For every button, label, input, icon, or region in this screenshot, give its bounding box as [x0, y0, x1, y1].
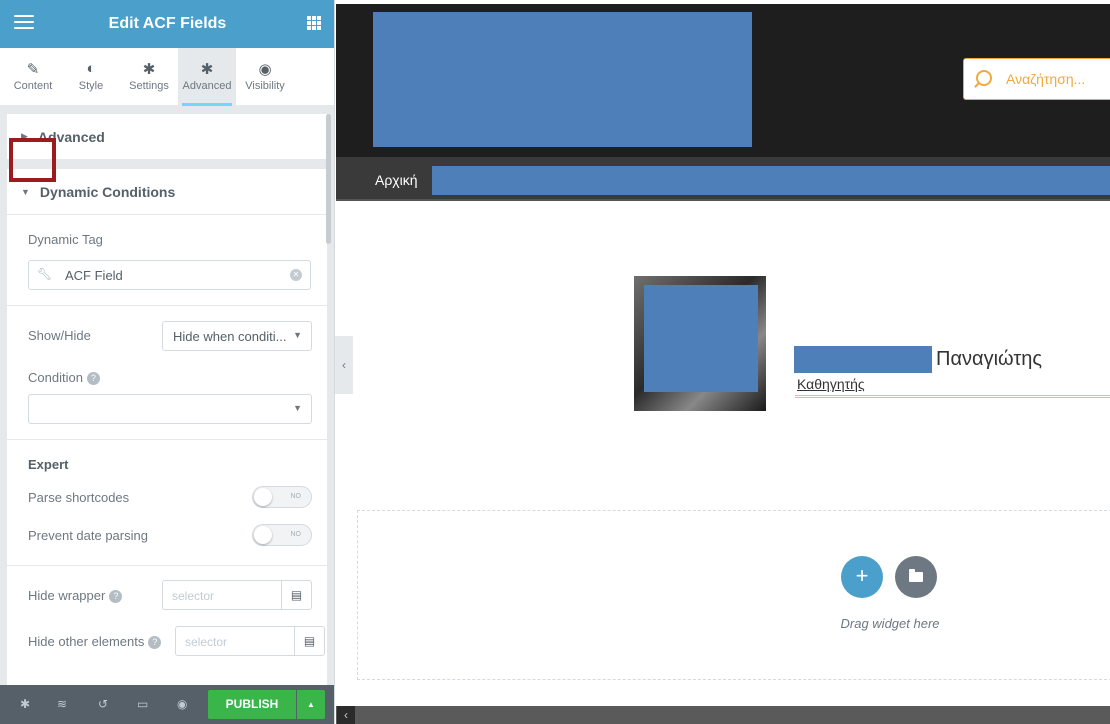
tab-label: Visibility [245, 80, 285, 92]
dynamic-tag-field[interactable]: 🔧︎ ACF Field ✕ [28, 260, 311, 290]
redacted-surname [794, 346, 932, 373]
panel-tabs: ✎ Content ◐ Style ✱ Settings ✱ Advanced … [0, 48, 334, 106]
person-title[interactable]: Καθηγητής [797, 376, 865, 392]
condition-label-text: Condition [28, 370, 83, 385]
show-hide-label: Show/Hide [28, 328, 91, 343]
show-hide-value: Hide when conditi... [173, 329, 287, 344]
panel-scrollbar[interactable] [326, 114, 331, 244]
site-nav: Αρχική [336, 157, 1110, 201]
chevron-down-icon: ▼ [293, 403, 302, 413]
show-hide-select[interactable]: Hide when conditi... ▼ [162, 321, 312, 351]
navigator-icon[interactable]: ≋ [57, 697, 67, 711]
site-search[interactable]: Αναζήτηση... [963, 58, 1110, 100]
help-icon[interactable]: ? [86, 372, 100, 386]
toggle-off-label: NO [290, 493, 302, 500]
preview-eye-icon[interactable]: ◉ [177, 697, 187, 711]
divider [7, 439, 327, 440]
tab-content[interactable]: ✎ Content [4, 48, 62, 106]
hide-other-input[interactable]: selector ▤ [175, 626, 325, 656]
publish-options-button[interactable]: ▲ [297, 690, 325, 719]
folder-icon [909, 569, 923, 582]
hide-other-placeholder: selector [185, 635, 228, 649]
search-icon [976, 70, 992, 86]
section-title: Dynamic Conditions [39, 183, 176, 200]
widget-drop-area[interactable] [357, 510, 1110, 680]
hide-other-label: Hide other elements? [28, 634, 162, 650]
add-section-button[interactable]: + [841, 556, 883, 598]
remove-tag-icon[interactable]: ✕ [290, 269, 302, 281]
toggle-knob [254, 488, 272, 506]
pencil-icon: ✎ [26, 61, 40, 78]
tab-label: Content [13, 80, 53, 92]
half-circle-icon: ◐ [86, 60, 96, 77]
divider [7, 305, 327, 306]
help-icon[interactable]: ? [109, 590, 123, 604]
help-icon[interactable]: ? [148, 636, 162, 650]
search-placeholder: Αναζήτηση... [1006, 71, 1086, 87]
tab-label: Advanced [182, 80, 232, 92]
tab-visibility[interactable]: ◉ Visibility [236, 48, 294, 106]
toggle-knob [254, 526, 272, 544]
add-template-button[interactable] [895, 556, 937, 598]
responsive-mode-icon[interactable]: ▭ [137, 697, 148, 711]
parse-shortcodes-label: Parse shortcodes [28, 490, 130, 505]
nav-home-link[interactable]: Αρχική [375, 172, 418, 188]
chevron-down-icon: ▼ [293, 330, 302, 340]
tab-advanced[interactable]: ✱ Advanced [178, 48, 236, 106]
condition-select[interactable]: ▼ [28, 394, 312, 424]
person-name: Παναγιώτης [936, 348, 1043, 370]
dynamic-tag-label: Dynamic Tag [28, 232, 103, 247]
publish-button[interactable]: PUBLISH [208, 690, 296, 719]
dynamic-tag-value: ACF Field [65, 268, 123, 283]
wrench-icon[interactable]: 🔧︎ [37, 267, 52, 281]
condition-label: Condition? [28, 370, 100, 386]
redacted-face [644, 285, 758, 392]
drag-widget-hint: Drag widget here [840, 616, 940, 631]
toggle-off-label: NO [290, 531, 302, 538]
prevent-date-parsing-label: Prevent date parsing [28, 528, 148, 543]
redacted-nav [432, 166, 1110, 195]
eye-icon: ◉ [258, 61, 272, 78]
redacted-logo [373, 12, 752, 147]
gear-icon: ✱ [200, 61, 214, 78]
gear-icon: ✱ [142, 61, 156, 78]
panel-header: Edit ACF Fields [0, 0, 334, 48]
widgets-grid-icon[interactable] [307, 16, 321, 30]
panel-controls: ▶ Advanced ▼ Dynamic Conditions Dynamic … [7, 114, 327, 685]
hide-wrapper-input[interactable]: selector ▤ [162, 580, 312, 610]
history-icon[interactable]: ↺ [98, 697, 108, 711]
expand-handle[interactable]: ‹ [337, 706, 355, 724]
tab-style[interactable]: ◐ Style [62, 48, 120, 106]
profile-photo [634, 276, 766, 411]
expert-heading: Expert [28, 457, 69, 472]
parse-shortcodes-toggle[interactable]: NO [252, 486, 312, 508]
tab-label: Style [78, 80, 104, 92]
panel-title: Edit ACF Fields [108, 15, 227, 32]
collapse-panel-handle[interactable]: ‹ [335, 336, 353, 394]
hide-other-label-text: Hide other elements [28, 634, 145, 649]
hide-wrapper-label-text: Hide wrapper [28, 588, 106, 603]
caret-down-icon: ▼ [21, 186, 30, 197]
database-icon[interactable]: ▤ [281, 581, 311, 609]
tab-label: Settings [129, 80, 169, 92]
hide-wrapper-placeholder: selector [172, 589, 215, 603]
selected-widget-outline [795, 395, 1110, 398]
database-icon[interactable]: ▤ [294, 627, 324, 655]
prevent-date-parsing-toggle[interactable]: NO [252, 524, 312, 546]
hide-wrapper-label: Hide wrapper? [28, 588, 123, 604]
settings-icon[interactable]: ✱ [20, 697, 30, 711]
editor-panel: Edit ACF Fields ✎ Content ◐ Style ✱ Sett… [0, 0, 335, 724]
preview-bottom-bar [336, 706, 1110, 724]
highlight-box [9, 138, 56, 182]
divider [7, 565, 327, 566]
tab-settings[interactable]: ✱ Settings [120, 48, 178, 106]
